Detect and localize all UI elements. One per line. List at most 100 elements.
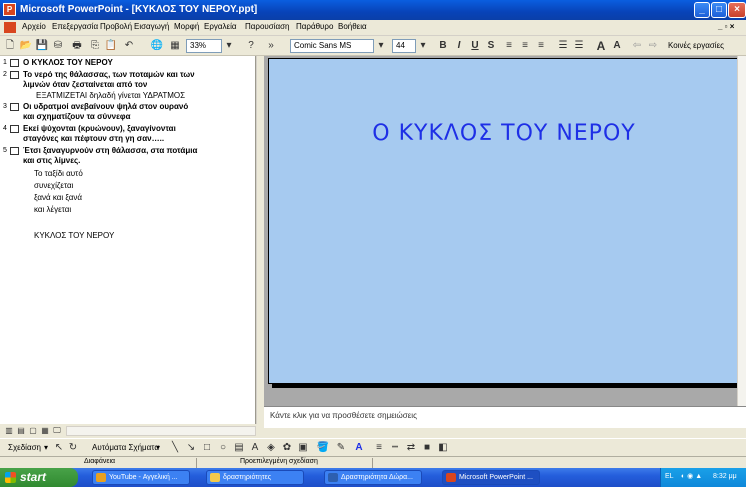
slide-canvas[interactable]: Ο ΚΥΚΛΟΣ ΤΟΥ ΝΕΡΟΥ bbox=[268, 58, 738, 384]
italic-button[interactable]: I bbox=[452, 39, 466, 53]
slideshow-icon[interactable]: 🖵 bbox=[50, 424, 64, 438]
diagram-icon[interactable]: ◈ bbox=[264, 441, 278, 455]
font-size-dropdown-icon[interactable]: ▾ bbox=[416, 39, 430, 53]
notes-pane[interactable]: Κάντε κλικ για να προσθέσετε σημειώσεις bbox=[264, 406, 746, 428]
rectangle-tool-icon[interactable]: □ bbox=[200, 441, 214, 455]
menu-view[interactable]: Προβολή bbox=[100, 22, 132, 31]
new-icon[interactable]: 🗋 bbox=[3, 39, 17, 53]
outline-body-text[interactable]: συνεχίζεται bbox=[34, 181, 73, 190]
align-left-icon[interactable]: ≡ bbox=[502, 39, 516, 53]
underline-button[interactable]: U bbox=[468, 39, 482, 53]
wordart-icon[interactable]: A bbox=[248, 441, 262, 455]
hyperlink-icon[interactable]: 🌐 bbox=[150, 39, 164, 53]
outline-slide-title-cont[interactable]: σταγόνες και πέφτουν στη γη σαν….. bbox=[23, 134, 164, 143]
bold-button[interactable]: B bbox=[436, 39, 450, 53]
tray-icons[interactable]: ◐ ◉ ▲ bbox=[681, 472, 702, 480]
pane-splitter[interactable] bbox=[256, 56, 264, 424]
3d-style-icon[interactable]: ◧ bbox=[436, 441, 450, 455]
outline-slide-title[interactable]: Ο ΚΥΚΛΟΣ ΤΟΥ ΝΕΡΟΥ bbox=[23, 58, 113, 67]
font-dropdown-icon[interactable]: ▾ bbox=[374, 39, 388, 53]
line-tool-icon[interactable]: ╲ bbox=[168, 441, 182, 455]
open-icon[interactable]: 📂 bbox=[19, 39, 33, 53]
tasks-pane-button[interactable]: Κοινές εργασίες bbox=[668, 41, 724, 50]
outline-slide-title-cont[interactable]: και στις λίμνες. bbox=[23, 156, 80, 165]
clipart-icon[interactable]: ✿ bbox=[280, 441, 294, 455]
taskbar-item-powerpoint[interactable]: Microsoft PowerPoint ... bbox=[442, 470, 540, 485]
vertical-scrollbar[interactable] bbox=[737, 56, 746, 406]
promote-icon[interactable]: ⇦ bbox=[630, 39, 644, 53]
zoom-dropdown-icon[interactable]: ▾ bbox=[222, 39, 236, 53]
zoom-select[interactable]: 33% bbox=[186, 39, 222, 53]
taskbar-item-youtube[interactable]: YouTube - Αγγελική ... bbox=[92, 470, 190, 485]
shadow-button[interactable]: S bbox=[484, 39, 498, 53]
demote-icon[interactable]: ⇨ bbox=[646, 39, 660, 53]
menu-file[interactable]: Αρχείο bbox=[22, 22, 46, 31]
line-color-icon[interactable]: ✎ bbox=[334, 441, 348, 455]
slide-icon[interactable] bbox=[10, 125, 19, 133]
maximize-button[interactable]: □ bbox=[711, 2, 727, 18]
fill-color-icon[interactable]: 🪣 bbox=[316, 441, 330, 455]
align-center-icon[interactable]: ≡ bbox=[518, 39, 532, 53]
line-style-icon[interactable]: ≡ bbox=[372, 441, 386, 455]
print-icon[interactable]: 🖶 bbox=[70, 39, 84, 53]
slide-icon[interactable] bbox=[10, 147, 19, 155]
outline-slide-title[interactable]: Το νερό της θάλασσας, των ποταμών και τω… bbox=[23, 70, 195, 79]
table-icon[interactable]: ▦ bbox=[168, 39, 182, 53]
copy-icon[interactable]: ⎘ bbox=[88, 39, 102, 53]
arrow-style-icon[interactable]: ⇄ bbox=[404, 441, 418, 455]
paste-icon[interactable]: 📋 bbox=[104, 39, 118, 53]
outline-slide-title-cont[interactable]: λιμνών όταν ζεσταίνεται από τον bbox=[23, 80, 147, 89]
menu-help[interactable]: Βοήθεια bbox=[338, 22, 367, 31]
draw-dropdown-icon[interactable]: ▾ bbox=[44, 443, 48, 452]
toolbar-options-icon[interactable]: » bbox=[264, 39, 278, 53]
increase-font-icon[interactable]: A bbox=[594, 39, 608, 53]
picture-icon[interactable]: ▣ bbox=[296, 441, 310, 455]
minimize-button[interactable]: _ bbox=[694, 2, 710, 18]
menu-tools[interactable]: Εργαλεία bbox=[204, 22, 236, 31]
align-right-icon[interactable]: ≡ bbox=[534, 39, 548, 53]
save-icon[interactable]: 💾 bbox=[35, 39, 49, 53]
language-indicator[interactable]: EL bbox=[665, 473, 674, 480]
taskbar-item-folder[interactable]: δραστηριότητες bbox=[206, 470, 304, 485]
bullets-icon[interactable]: ☰ bbox=[572, 39, 586, 53]
oval-tool-icon[interactable]: ○ bbox=[216, 441, 230, 455]
permission-icon[interactable]: ⛁ bbox=[51, 39, 65, 53]
menu-edit[interactable]: Επεξεργασία bbox=[52, 22, 98, 31]
powerpoint-app-icon[interactable]: P bbox=[3, 3, 16, 16]
doc-window-controls[interactable]: _ ▫ × bbox=[718, 22, 734, 31]
outline-body-text[interactable]: ΚΥΚΛΟΣ ΤΟΥ ΝΕΡΟΥ bbox=[34, 231, 114, 240]
menu-slideshow[interactable]: Παρουσίαση bbox=[245, 22, 290, 31]
free-rotate-icon[interactable]: ↻ bbox=[66, 441, 80, 455]
outline-slide-title[interactable]: Οι υδρατμοί ανεβαίνουν ψηλά στον ουρανό bbox=[23, 102, 188, 111]
notes-placeholder[interactable]: Κάντε κλικ για να προσθέσετε σημειώσεις bbox=[270, 411, 417, 420]
numbering-icon[interactable]: ☰ bbox=[556, 39, 570, 53]
menu-window[interactable]: Παράθυρο bbox=[296, 22, 333, 31]
outline-slide-title-cont[interactable]: και σχηματίζουν τα σύννεφα bbox=[23, 112, 131, 121]
autoshapes-dropdown-icon[interactable]: ▾ bbox=[156, 443, 160, 452]
draw-menu-button[interactable]: Σχεδίαση bbox=[8, 443, 41, 452]
slide-icon[interactable] bbox=[10, 59, 19, 67]
dash-style-icon[interactable]: ┅ bbox=[388, 441, 402, 455]
start-button[interactable]: start bbox=[0, 468, 78, 487]
arrow-tool-icon[interactable]: ↘ bbox=[184, 441, 198, 455]
autoshapes-button[interactable]: Αυτόματα Σχήματα bbox=[92, 443, 159, 452]
horizontal-scrollbar[interactable] bbox=[66, 426, 256, 436]
outline-body-text[interactable]: και λέγεται bbox=[34, 205, 71, 214]
taskbar-item-word[interactable]: Δραστηριότητα Δώρα... bbox=[324, 470, 422, 485]
outline-body-text[interactable]: ΕΞΑΤΜΙΖΕΤΑΙ δηλαδή γίνεται ΥΔΡΑΤΜΟΣ bbox=[36, 91, 185, 100]
slide-title[interactable]: Ο ΚΥΚΛΟΣ ΤΟΥ ΝΕΡΟΥ bbox=[269, 121, 739, 146]
close-button[interactable]: × bbox=[728, 2, 746, 18]
outline-slide-title[interactable]: Εκεί ψύχονται (κρυώνουν), ξαναγίνονται bbox=[23, 124, 176, 133]
outline-body-text[interactable]: Το ταξίδι αυτό bbox=[34, 169, 83, 178]
menu-format[interactable]: Μορφή bbox=[174, 22, 199, 31]
shadow-style-icon[interactable]: ■ bbox=[420, 441, 434, 455]
help-icon[interactable]: ? bbox=[244, 39, 258, 53]
decrease-font-icon[interactable]: A bbox=[610, 39, 624, 53]
textbox-tool-icon[interactable]: ▤ bbox=[232, 441, 246, 455]
slide-icon[interactable] bbox=[10, 71, 19, 79]
menu-insert[interactable]: Εισαγωγή bbox=[134, 22, 169, 31]
outline-slide-title[interactable]: Έτσι ξαναγυρνούν στη θάλασσα, στα ποτάμι… bbox=[23, 146, 197, 155]
document-icon[interactable] bbox=[4, 22, 16, 33]
font-size-select[interactable]: 44 bbox=[392, 39, 416, 53]
outline-pane[interactable]: 1 Ο ΚΥΚΛΟΣ ΤΟΥ ΝΕΡΟΥ 2 Το νερό της θάλασ… bbox=[0, 56, 256, 424]
